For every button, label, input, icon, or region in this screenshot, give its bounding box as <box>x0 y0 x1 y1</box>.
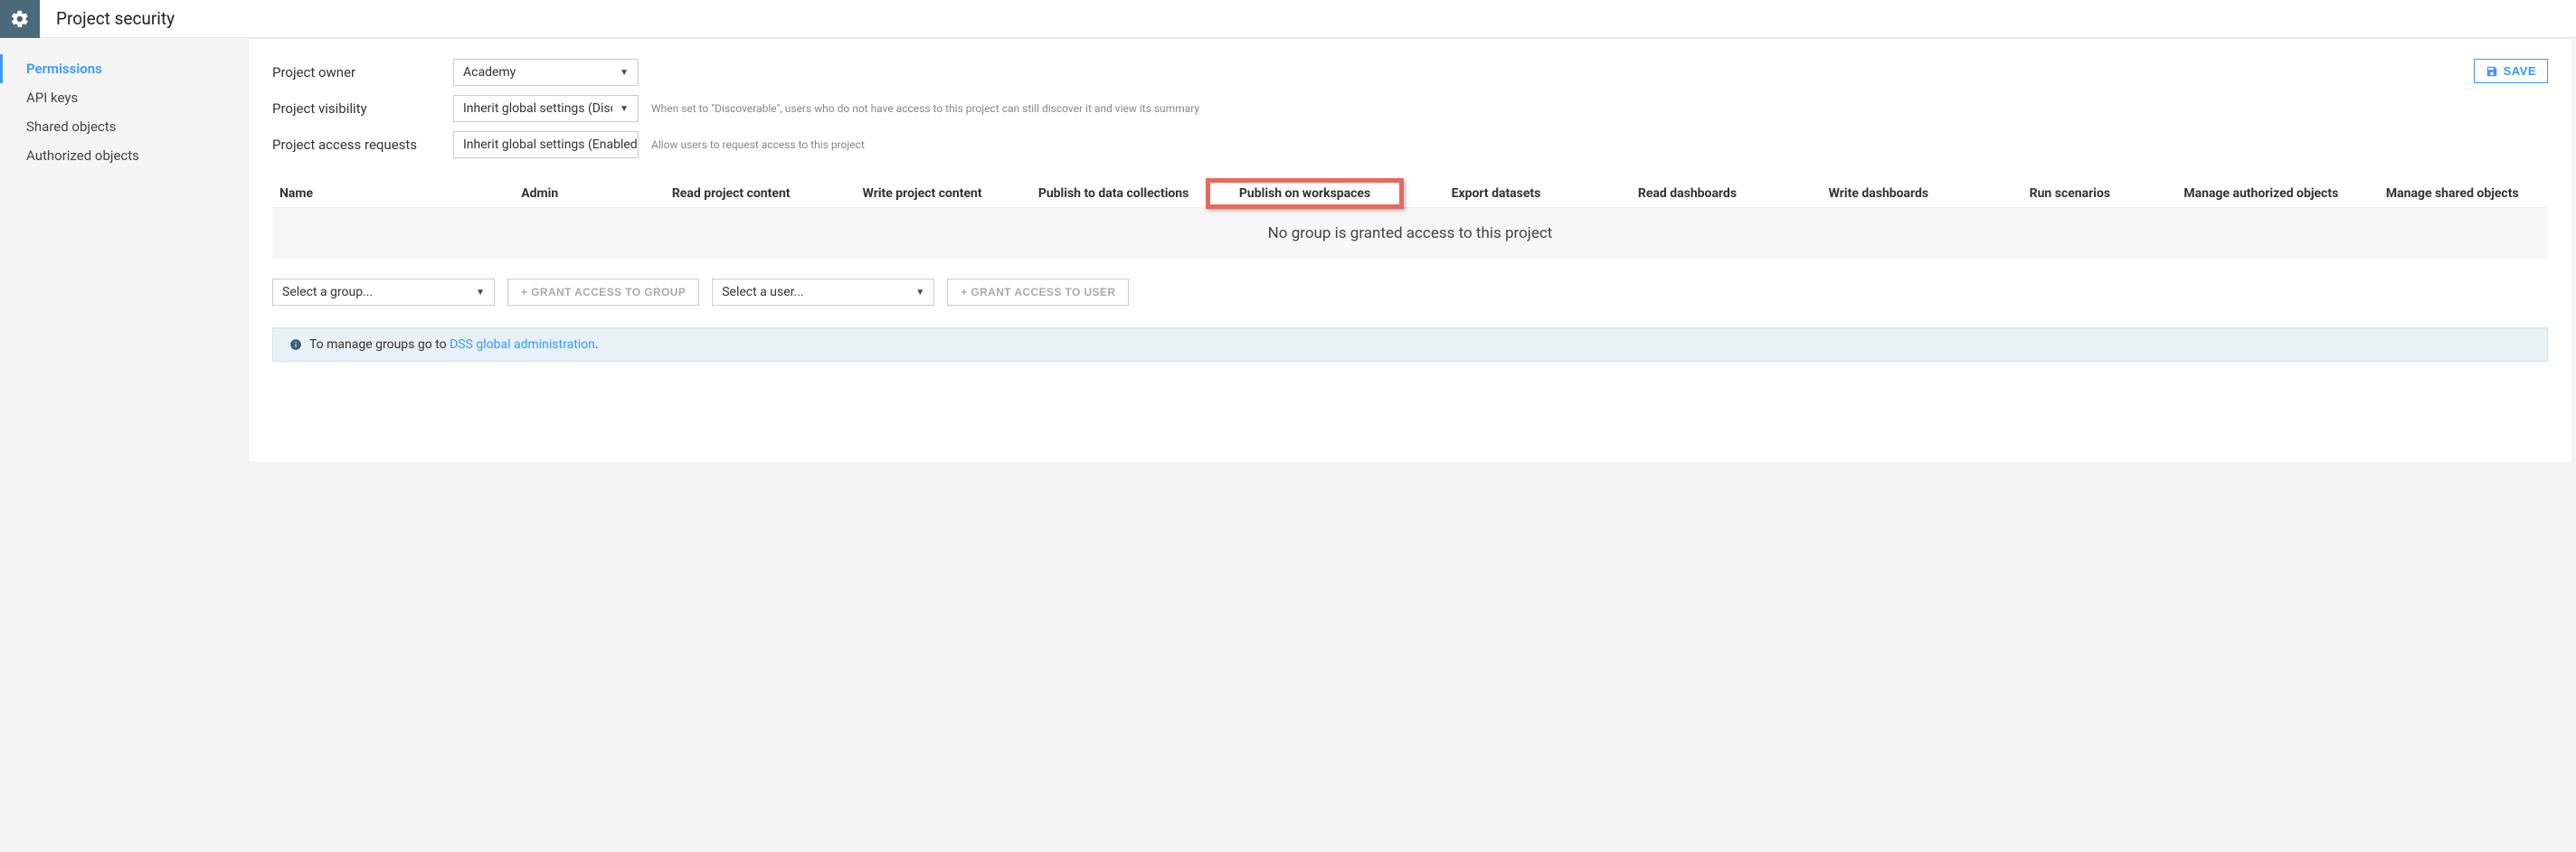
sidebar-item-label: Authorized objects <box>26 147 139 164</box>
info-banner: To manage groups go to DSS global admini… <box>272 327 2548 362</box>
select-placeholder: Select a group... <box>282 285 373 299</box>
chevron-down-icon: ▼ <box>915 288 924 298</box>
setting-hint: Allow users to request access to this pr… <box>651 138 865 151</box>
sidebar-item-authorized-objects[interactable]: Authorized objects <box>0 141 244 170</box>
th-publish-data-collections: Publish to data collections <box>1018 185 1208 202</box>
th-run-scenarios: Run scenarios <box>1975 185 2165 202</box>
th-write-project: Write project content <box>827 185 1018 202</box>
select-placeholder: Select a user... <box>722 285 803 299</box>
gear-icon[interactable] <box>0 0 40 38</box>
grant-group-button[interactable]: + GRANT ACCESS TO GROUP <box>507 279 699 306</box>
info-icon <box>289 338 302 351</box>
sidebar-item-label: Shared objects <box>26 118 116 135</box>
banner-text: To manage groups go to DSS global admini… <box>309 337 599 352</box>
content-panel: Project owner Academy ▼ Project visibili… <box>248 38 2572 463</box>
save-button[interactable]: SAVE <box>2474 59 2548 83</box>
chevron-down-icon: ▼ <box>620 68 629 78</box>
requests-select[interactable]: Inherit global settings (Enabled) ▼ <box>453 131 639 158</box>
owner-select[interactable]: Academy ▼ <box>453 59 639 86</box>
setting-label: Project access requests <box>272 137 453 153</box>
group-select[interactable]: Select a group... ▼ <box>272 279 495 306</box>
permissions-table-header: Name Admin Read project content Write pr… <box>272 185 2548 208</box>
sidebar-item-api-keys[interactable]: API keys <box>0 83 244 112</box>
banner-suffix: . <box>595 337 599 352</box>
setting-label: Project visibility <box>272 100 453 117</box>
banner-link[interactable]: DSS global administration <box>450 337 595 352</box>
th-admin: Admin <box>444 185 635 202</box>
topbar: Project security <box>0 0 2576 38</box>
save-button-label: SAVE <box>2504 64 2536 78</box>
th-read-dashboards: Read dashboards <box>1592 185 1783 202</box>
th-manage-authorized: Manage authorized objects <box>2165 185 2356 202</box>
th-publish-workspaces: Publish on workspaces <box>1209 185 1400 202</box>
th-read-project: Read project content <box>635 185 826 202</box>
chevron-down-icon: ▼ <box>476 288 485 298</box>
page-title: Project security <box>56 8 175 29</box>
table-empty-message: No group is granted access to this proje… <box>272 208 2548 259</box>
select-value: Academy <box>463 65 516 80</box>
th-write-dashboards: Write dashboards <box>1783 185 1974 202</box>
visibility-select[interactable]: Inherit global settings (Discoverat ▼ <box>453 95 639 122</box>
th-export-datasets: Export datasets <box>1400 185 1591 202</box>
sidebar: Permissions API keys Shared objects Auth… <box>0 38 244 463</box>
banner-prefix: To manage groups go to <box>309 337 450 352</box>
sidebar-item-label: Permissions <box>26 61 102 77</box>
th-manage-shared: Manage shared objects <box>2357 185 2548 202</box>
setting-requests-row: Project access requests Inherit global s… <box>272 131 1199 158</box>
user-select[interactable]: Select a user... ▼ <box>712 279 934 306</box>
setting-hint: When set to "Discoverable", users who do… <box>651 102 1199 115</box>
save-icon <box>2486 65 2498 78</box>
sidebar-item-label: API keys <box>26 90 78 106</box>
setting-label: Project owner <box>272 64 453 80</box>
select-value: Inherit global settings (Enabled) <box>463 137 639 152</box>
setting-owner-row: Project owner Academy ▼ <box>272 59 1199 86</box>
setting-visibility-row: Project visibility Inherit global settin… <box>272 95 1199 122</box>
th-name: Name <box>272 185 444 202</box>
sidebar-item-permissions[interactable]: Permissions <box>0 54 244 83</box>
sidebar-item-shared-objects[interactable]: Shared objects <box>0 112 244 141</box>
grant-user-button[interactable]: + GRANT ACCESS TO USER <box>947 279 1129 306</box>
select-value: Inherit global settings (Discoverat <box>463 101 612 116</box>
chevron-down-icon: ▼ <box>620 104 629 114</box>
